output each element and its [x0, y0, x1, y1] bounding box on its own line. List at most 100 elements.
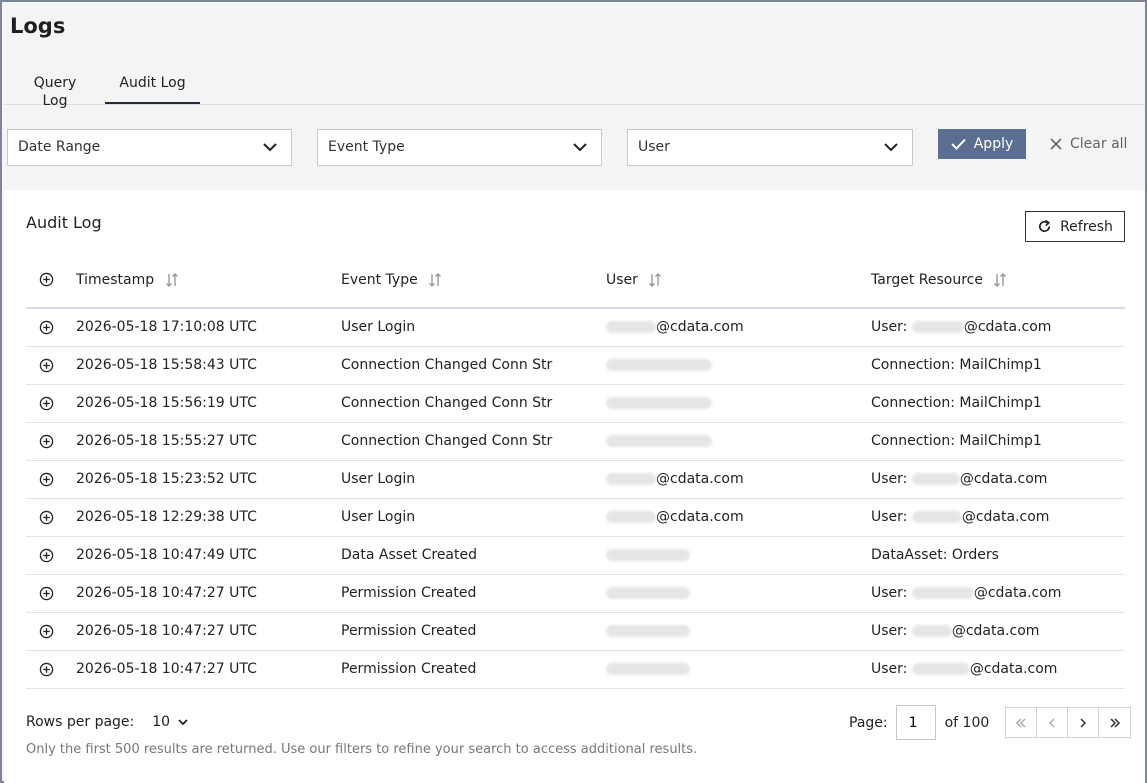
target-prefix: User: [871, 509, 912, 525]
timestamp-cell: 2026-05-18 17:10:08 UTC [76, 319, 257, 336]
redacted-text [606, 473, 656, 485]
target-resource-cell: DataAsset: Orders [871, 536, 1125, 574]
user-cell [606, 612, 871, 650]
expand-row-icon[interactable] [39, 662, 54, 677]
table-row[interactable]: 2026-05-18 15:58:43 UTC Connection Chang… [26, 346, 1125, 384]
redacted-text [606, 397, 712, 409]
results-limit-note: Only the first 500 results are returned.… [26, 742, 698, 757]
tab-query-log[interactable]: Query Log [20, 74, 90, 109]
user-select[interactable]: User [627, 129, 913, 166]
last-page-button[interactable] [1099, 708, 1131, 737]
page-count-label: of 100 [944, 714, 990, 731]
redacted-text [606, 359, 712, 371]
expand-row-icon[interactable] [39, 586, 54, 601]
user-column-header[interactable]: User [606, 252, 871, 308]
table-row[interactable]: 2026-05-18 15:56:19 UTC Connection Chang… [26, 384, 1125, 422]
table-row[interactable]: 2026-05-18 10:47:27 UTC Permission Creat… [26, 650, 1125, 688]
target-prefix: User: [871, 585, 912, 601]
target-resource-cell: User: @cdata.com [871, 460, 1125, 498]
expand-row-icon[interactable] [39, 396, 54, 411]
apply-label: Apply [973, 136, 1014, 152]
table-row[interactable]: 2026-05-18 17:10:08 UTC User Login @cdat… [26, 308, 1125, 346]
expand-row-icon[interactable] [39, 472, 54, 487]
chevron-down-icon [178, 718, 188, 725]
apply-button[interactable]: Apply [938, 129, 1026, 159]
user-cell [606, 384, 871, 422]
target-resource-cell: User: @cdata.com [871, 308, 1125, 346]
user-label: User [638, 139, 670, 155]
user-email-domain: @cdata.com [656, 509, 744, 525]
table-row[interactable]: 2026-05-18 12:29:38 UTC User Login @cdat… [26, 498, 1125, 536]
timestamp-cell: 2026-05-18 15:55:27 UTC [76, 433, 257, 449]
refresh-button[interactable]: Refresh [1025, 211, 1125, 242]
expand-row-icon[interactable] [39, 624, 54, 639]
redacted-text [911, 587, 974, 599]
plus-circle-icon [39, 272, 54, 287]
target-suffix: @cdata.com [961, 509, 1050, 525]
date-range-label: Date Range [18, 139, 101, 155]
event-type-cell: Data Asset Created [341, 547, 478, 563]
expand-row-icon[interactable] [39, 358, 54, 373]
target-resource-cell: User: @cdata.com [871, 498, 1125, 536]
table-row[interactable]: 2026-05-18 15:55:27 UTC Connection Chang… [26, 422, 1125, 460]
redacted-text [911, 321, 964, 334]
timestamp-cell: 2026-05-18 15:23:52 UTC [76, 471, 257, 487]
card-title: Audit Log [26, 213, 102, 232]
event-type-column-header[interactable]: Event Type [341, 252, 606, 308]
target-resource-column-header[interactable]: Target Resource [871, 252, 1125, 308]
clear-all-button[interactable]: Clear all [1050, 136, 1127, 152]
target-prefix: Connection: MailChimp1 [871, 395, 1042, 411]
filter-bar: Date Range Event Type User Apply Clear a… [4, 106, 1145, 190]
sort-icon [165, 272, 178, 287]
sort-icon [994, 272, 1007, 287]
event-type-label: Event Type [328, 139, 405, 155]
target-resource-cell: User: @cdata.com [871, 650, 1125, 688]
date-range-select[interactable]: Date Range [7, 129, 292, 166]
table-row[interactable]: 2026-05-18 10:47:27 UTC Permission Creat… [26, 612, 1125, 650]
table-row[interactable]: 2026-05-18 10:47:49 UTC Data Asset Creat… [26, 536, 1125, 574]
event-type-cell: Connection Changed Conn Str [341, 433, 553, 449]
table-header-row: Timestamp Event Type User Target Resourc… [26, 252, 1125, 308]
event-type-select[interactable]: Event Type [317, 129, 602, 166]
timestamp-column-header[interactable]: Timestamp [76, 252, 341, 308]
target-resource-cell: Connection: MailChimp1 [871, 422, 1125, 460]
redacted-text [911, 511, 962, 523]
target-prefix: Connection: MailChimp1 [871, 433, 1042, 449]
user-cell [606, 536, 871, 574]
audit-log-table: Timestamp Event Type User Target Resourc… [26, 252, 1125, 689]
tab-audit-log[interactable]: Audit Log [105, 74, 200, 104]
expand-all-header[interactable] [26, 252, 76, 308]
target-resource-cell: User: @cdata.com [871, 574, 1125, 612]
next-page-button[interactable] [1068, 708, 1100, 737]
target-suffix: @cdata.com [963, 319, 1052, 336]
target-resource-cell: User: @cdata.com [871, 612, 1125, 650]
column-label: User [606, 271, 638, 288]
event-type-cell: User Login [341, 471, 416, 487]
previous-page-button[interactable] [1037, 708, 1069, 737]
first-page-button[interactable] [1006, 708, 1038, 737]
rows-per-page-label: Rows per page: [26, 714, 135, 730]
redacted-text [606, 549, 690, 561]
event-type-cell: Connection Changed Conn Str [341, 357, 553, 373]
user-cell [606, 574, 871, 612]
refresh-label: Refresh [1060, 218, 1113, 235]
expand-row-icon[interactable] [39, 320, 54, 335]
redacted-text [606, 321, 656, 334]
double-chevron-right-icon [1110, 717, 1120, 728]
target-suffix: @cdata.com [973, 585, 1062, 601]
timestamp-cell: 2026-05-18 10:47:49 UTC [76, 547, 257, 563]
target-prefix: User: [871, 471, 912, 487]
rows-per-page-value: 10 [152, 714, 171, 730]
table-row[interactable]: 2026-05-18 10:47:27 UTC Permission Creat… [26, 574, 1125, 612]
user-cell [606, 422, 871, 460]
rows-per-page-select[interactable]: 10 [152, 714, 188, 730]
expand-row-icon[interactable] [39, 434, 54, 449]
log-tabs: Query Log Audit Log [4, 66, 1145, 109]
target-prefix: User: [871, 319, 912, 336]
page-number-input[interactable] [895, 705, 936, 740]
expand-row-icon[interactable] [39, 548, 54, 563]
table-row[interactable]: 2026-05-18 15:23:52 UTC User Login @cdat… [26, 460, 1125, 498]
check-icon [951, 138, 966, 150]
user-cell: @cdata.com [606, 460, 871, 498]
expand-row-icon[interactable] [39, 510, 54, 525]
